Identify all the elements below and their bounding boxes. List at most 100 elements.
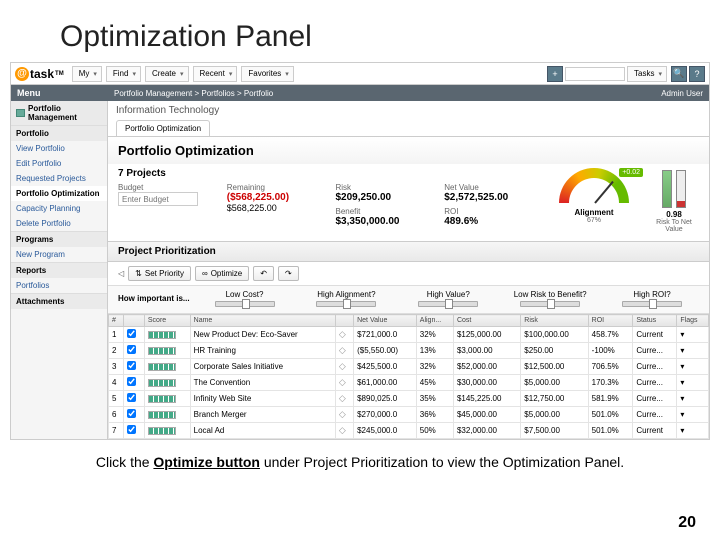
cell-info[interactable]: ◇ — [335, 407, 353, 423]
sidebar-item-delete[interactable]: Delete Portfolio — [11, 216, 107, 231]
info-icon[interactable]: ◇ — [339, 425, 346, 435]
remaining-value-2: $568,225.00 — [227, 203, 322, 213]
slider-low-cost[interactable]: Low Cost? — [198, 290, 292, 307]
info-icon[interactable]: ◇ — [339, 409, 346, 419]
cell-flags[interactable]: ▾ — [677, 423, 709, 439]
topnav-find[interactable]: Find▾ — [106, 66, 141, 82]
cell-info[interactable]: ◇ — [335, 359, 353, 375]
cell-check[interactable] — [123, 343, 144, 359]
topnav-create[interactable]: Create▾ — [145, 66, 189, 82]
sidebar-head-portfolio[interactable]: Portfolio — [11, 126, 107, 141]
admin-user[interactable]: Admin User — [661, 89, 709, 98]
col-header[interactable]: # — [109, 315, 124, 327]
cell-name[interactable]: Local Ad — [190, 423, 335, 439]
table-row[interactable]: 1New Product Dev: Eco-Saver◇$721,000.032… — [109, 327, 709, 343]
cell-info[interactable]: ◇ — [335, 327, 353, 343]
cell-name[interactable]: Corporate Sales Initiative — [190, 359, 335, 375]
col-header[interactable]: Align... — [416, 315, 453, 327]
cell-flags[interactable]: ▾ — [677, 407, 709, 423]
tab-optimization[interactable]: Portfolio Optimization — [116, 120, 210, 136]
cell-info[interactable]: ◇ — [335, 375, 353, 391]
slider-value[interactable]: High Value? — [401, 290, 495, 307]
cell-check[interactable] — [123, 391, 144, 407]
add-button[interactable]: + — [547, 66, 563, 82]
col-header[interactable]: Name — [190, 315, 335, 327]
cell-check[interactable] — [123, 407, 144, 423]
search-context[interactable]: Tasks▾ — [627, 66, 667, 82]
cell-name[interactable]: Infinity Web Site — [190, 391, 335, 407]
cell-name[interactable]: HR Training — [190, 343, 335, 359]
cell-flags[interactable]: ▾ — [677, 359, 709, 375]
table-row[interactable]: 4The Convention◇$61,000.0045%$30,000.00$… — [109, 375, 709, 391]
col-header[interactable]: Flags — [677, 315, 709, 327]
cell-flags[interactable]: ▾ — [677, 343, 709, 359]
sidebar-item-new-program[interactable]: New Program — [11, 247, 107, 262]
sidebar-item-view[interactable]: View Portfolio — [11, 141, 107, 156]
info-icon[interactable]: ◇ — [339, 393, 346, 403]
menu-label[interactable]: Menu — [11, 88, 108, 98]
cell-name[interactable]: New Product Dev: Eco-Saver — [190, 327, 335, 343]
cell-info[interactable]: ◇ — [335, 343, 353, 359]
info-icon[interactable]: ◇ — [339, 377, 346, 387]
slider-alignment[interactable]: High Alignment? — [299, 290, 393, 307]
search-button[interactable]: 🔍 — [671, 66, 687, 82]
cell-check[interactable] — [123, 359, 144, 375]
cell-name[interactable]: Branch Merger — [190, 407, 335, 423]
topnav-recent[interactable]: Recent▾ — [193, 66, 238, 82]
table-row[interactable]: 2HR Training◇($5,550.00)13%$3,000.00$250… — [109, 343, 709, 359]
cell-risk: $5,000.00 — [521, 375, 588, 391]
optimize-button[interactable]: ∞Optimize — [195, 266, 249, 281]
netvalue-label: Net Value — [444, 183, 539, 192]
cell-netvalue: $721,000.0 — [354, 327, 417, 343]
cell-name[interactable]: The Convention — [190, 375, 335, 391]
sidebar-item-capacity[interactable]: Capacity Planning — [11, 201, 107, 216]
sidebar-item-requested[interactable]: Requested Projects — [11, 171, 107, 186]
help-button[interactable]: ? — [689, 66, 705, 82]
sidebar-item-portfolios[interactable]: Portfolios — [11, 278, 107, 293]
set-priority-button[interactable]: ⇅Set Priority — [128, 266, 191, 281]
sidebar-item-optimization[interactable]: Portfolio Optimization — [11, 186, 107, 201]
cell-flags[interactable]: ▾ — [677, 391, 709, 407]
info-icon[interactable]: ◇ — [339, 361, 346, 371]
cell-roi: 170.3% — [588, 375, 633, 391]
cell-score — [144, 359, 190, 375]
col-header[interactable]: Risk — [521, 315, 588, 327]
cell-check[interactable] — [123, 327, 144, 343]
sidebar-head-programs[interactable]: Programs — [11, 232, 107, 247]
table-row[interactable]: 7Local Ad◇$245,000.050%$32,000.00$7,500.… — [109, 423, 709, 439]
cell-flags[interactable]: ▾ — [677, 327, 709, 343]
topnav-favorites[interactable]: Favorites▾ — [241, 66, 293, 82]
col-header[interactable]: Status — [633, 315, 677, 327]
cell-check[interactable] — [123, 423, 144, 439]
col-header[interactable] — [335, 315, 353, 327]
cell-num: 4 — [109, 375, 124, 391]
slider-risk[interactable]: Low Risk to Benefit? — [503, 290, 597, 307]
info-icon[interactable]: ◇ — [339, 329, 346, 339]
cell-risk: $5,000.00 — [521, 407, 588, 423]
undo-button[interactable]: ↶ — [253, 266, 274, 281]
redo-button[interactable]: ↷ — [278, 266, 299, 281]
collapse-icon[interactable]: ◁ — [118, 269, 124, 278]
col-header[interactable]: Score — [144, 315, 190, 327]
topnav-my[interactable]: My▾ — [72, 66, 102, 82]
cell-flags[interactable]: ▾ — [677, 375, 709, 391]
slider-roi[interactable]: High ROI? — [605, 290, 699, 307]
info-icon[interactable]: ◇ — [339, 345, 346, 355]
table-row[interactable]: 5Infinity Web Site◇$890,025.035%$145,225… — [109, 391, 709, 407]
cell-info[interactable]: ◇ — [335, 391, 353, 407]
cell-info[interactable]: ◇ — [335, 423, 353, 439]
search-input[interactable] — [565, 67, 625, 81]
budget-input[interactable] — [118, 192, 198, 206]
table-row[interactable]: 6Branch Merger◇$270,000.036%$45,000.00$5… — [109, 407, 709, 423]
sidebar-head-portfolio-mgmt[interactable]: Portfolio Management — [11, 101, 107, 125]
sidebar-head-reports[interactable]: Reports — [11, 263, 107, 278]
col-header[interactable]: ROI — [588, 315, 633, 327]
col-header[interactable]: Net Value — [354, 315, 417, 327]
cell-check[interactable] — [123, 375, 144, 391]
table-row[interactable]: 3Corporate Sales Initiative◇$425,500.032… — [109, 359, 709, 375]
sidebar-item-edit[interactable]: Edit Portfolio — [11, 156, 107, 171]
chevron-down-icon: ▾ — [132, 70, 136, 78]
sidebar-head-attachments[interactable]: Attachments — [11, 294, 107, 309]
col-header[interactable]: Cost — [453, 315, 520, 327]
col-header[interactable] — [123, 315, 144, 327]
